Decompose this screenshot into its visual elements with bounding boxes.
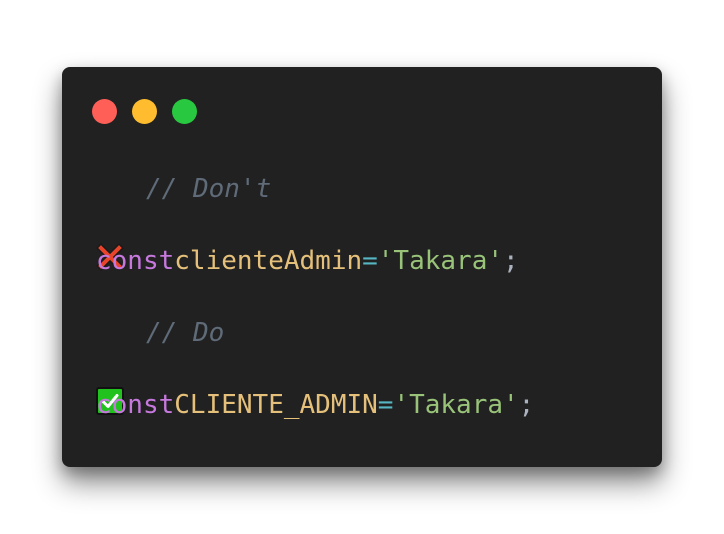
do-comment-line: // Do	[96, 316, 225, 415]
code-line-bad: const clienteAdmin = 'Takara';	[96, 244, 519, 278]
string-literal: 'Takara'	[377, 246, 504, 276]
do-comment: // Do	[146, 318, 225, 348]
identifier: clienteAdmin	[174, 246, 363, 276]
string-literal: 'Takara'	[393, 390, 519, 420]
keyword: const	[96, 390, 175, 420]
dont-comment-line: // Don't	[96, 172, 272, 271]
minimize-dot[interactable]	[132, 99, 157, 124]
code-line-good: const CLIENTE_ADMIN = 'Takara';	[96, 388, 534, 422]
code-window: // Don't const clienteAdmin = 'Takara'; …	[62, 67, 662, 467]
window-controls	[92, 99, 197, 124]
check-mark-icon	[96, 319, 124, 415]
identifier: CLIENTE_ADMIN	[174, 390, 378, 420]
cross-mark-icon	[96, 175, 124, 271]
keyword: const	[96, 246, 175, 276]
operator: =	[362, 246, 378, 276]
semicolon: ;	[518, 390, 535, 420]
semicolon: ;	[503, 246, 519, 276]
close-dot[interactable]	[92, 99, 117, 124]
operator: =	[377, 390, 394, 420]
maximize-dot[interactable]	[172, 99, 197, 124]
dont-comment: // Don't	[146, 174, 272, 204]
